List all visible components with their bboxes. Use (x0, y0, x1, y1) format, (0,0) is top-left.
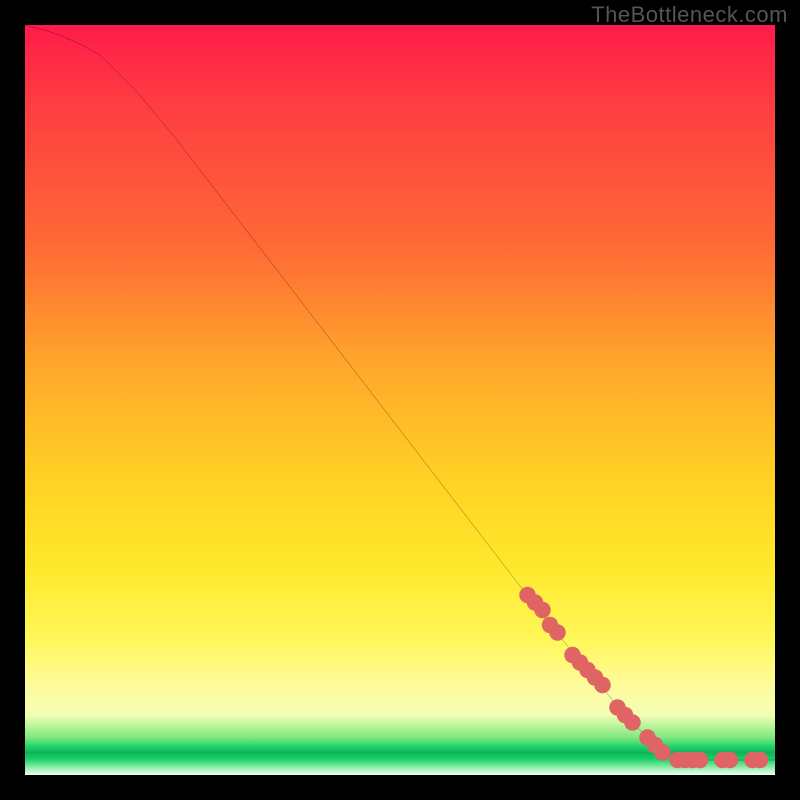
marker-dot (534, 602, 551, 619)
marker-dot (722, 752, 739, 769)
marker-dot (594, 677, 611, 694)
watermark-text: TheBottleneck.com (591, 2, 788, 28)
marker-group (519, 587, 768, 769)
marker-dot (549, 624, 566, 641)
bottleneck-curve-path (25, 25, 775, 760)
plot-area (25, 25, 775, 775)
curve-layer (25, 25, 775, 775)
marker-dot (654, 744, 671, 761)
marker-dot (752, 752, 769, 769)
marker-dot (624, 714, 641, 731)
chart-frame: TheBottleneck.com (0, 0, 800, 800)
marker-dot (692, 752, 709, 769)
